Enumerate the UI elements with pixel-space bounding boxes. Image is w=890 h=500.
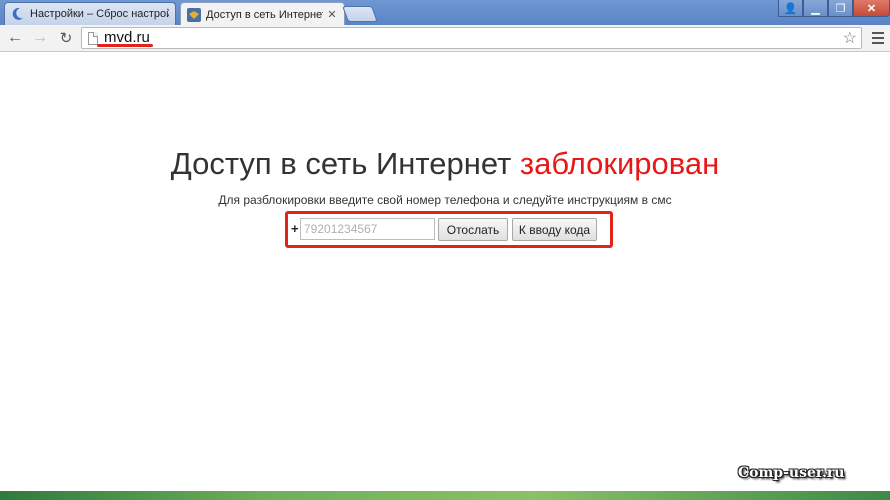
user-icon[interactable]: 👤 (778, 0, 803, 17)
close-tab-icon[interactable]: ✕ (326, 8, 338, 21)
phone-prefix: + (291, 221, 299, 236)
page-title: Доступ в сеть Интернет заблокирован (0, 146, 890, 182)
settings-icon (12, 7, 23, 20)
address-bar[interactable]: mvd.ru ☆ (81, 27, 862, 49)
tab-blocked-page[interactable]: Доступ в сеть Интернет за ✕ (180, 2, 345, 26)
maximize-icon[interactable]: ❐ (828, 0, 853, 17)
instruction-text: Для разблокировки введите свой номер тел… (218, 193, 672, 207)
menu-icon[interactable] (869, 29, 887, 47)
headline-main: Доступ в сеть Интернет (170, 146, 520, 181)
minimize-icon[interactable]: ▁ (803, 0, 828, 17)
mvd-emblem-icon (187, 7, 201, 22)
close-icon[interactable]: ✕ (853, 0, 890, 17)
enter-code-button[interactable]: К вводу кода (512, 218, 597, 241)
phone-input[interactable] (300, 218, 435, 240)
url-highlight-underline (97, 44, 153, 47)
tab-settings[interactable]: Настройки – Сброс настрой (4, 2, 176, 25)
headline-blocked: заблокирован (519, 146, 720, 181)
forward-arrow-icon[interactable]: → (29, 28, 51, 48)
tab-label: Настройки – Сброс настрой (30, 8, 169, 20)
star-icon[interactable]: ☆ (843, 28, 857, 48)
reload-icon[interactable]: ↻ (55, 28, 77, 48)
browser-titlebar: Настройки – Сброс настрой Доступ в сеть … (0, 0, 890, 26)
tab-label: Доступ в сеть Интернет за (206, 8, 323, 21)
browser-toolbar: ← → ↻ mvd.ru ☆ (0, 25, 890, 52)
back-arrow-icon[interactable]: ← (4, 28, 26, 48)
desktop-background-strip (0, 491, 890, 500)
new-tab-button[interactable] (342, 6, 378, 22)
page-icon (88, 32, 98, 45)
watermark: Comp-user.ru (738, 465, 845, 481)
send-button[interactable]: Отослать (438, 218, 508, 241)
